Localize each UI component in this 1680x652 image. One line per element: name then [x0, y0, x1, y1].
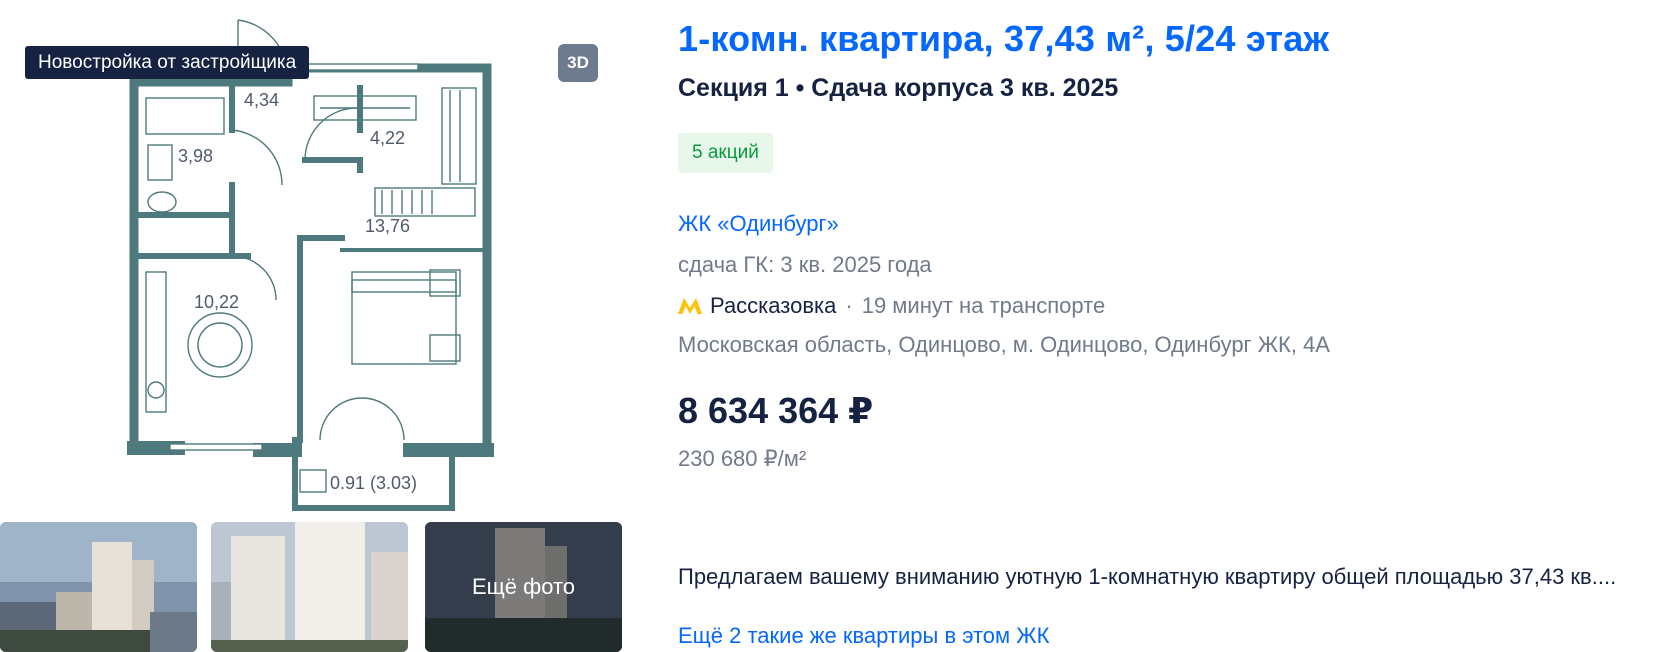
price-per-m2: 230 680 ₽/м²: [678, 446, 807, 471]
similar-apartments-link[interactable]: Ещё 2 такие же квартиры в этом ЖК: [678, 623, 1049, 649]
room-area-label: 13,76: [365, 216, 410, 236]
metro-icon: [678, 298, 702, 314]
promotions-badge[interactable]: 5 акций: [678, 133, 773, 173]
room-area-label: 10,22: [194, 292, 239, 312]
listing-info: 1-комн. квартира, 37,43 м², 5/24 этаж Се…: [678, 0, 1680, 652]
view-3d-button[interactable]: 3D: [558, 44, 598, 82]
more-photos-label: Ещё фото: [425, 522, 622, 652]
metro-info: Рассказовка · 19 минут на транспорте: [678, 292, 1105, 320]
metro-station-link[interactable]: Рассказовка: [710, 293, 836, 319]
address: Московская область, Одинцово, м. Одинцов…: [678, 332, 1330, 357]
description: Предлагаем вашему вниманию уютную 1-комн…: [678, 564, 1617, 589]
room-area-label: 4,22: [370, 128, 405, 148]
media-gallery: 4,34 3,98 4,22 13,76 10,22 0.91 (3.03) Н…: [0, 0, 640, 652]
metro-travel-time: 19 минут на транспорте: [861, 293, 1106, 318]
listing-subtitle: Секция 1 • Сдача корпуса 3 кв. 2025: [678, 74, 1119, 102]
room-area-label: 4,34: [244, 90, 279, 110]
new-building-badge: Новостройка от застройщика: [25, 46, 310, 79]
photo-thumbnail[interactable]: [211, 522, 408, 652]
photo-thumbnail[interactable]: [0, 522, 197, 652]
photo-thumbnails: Ещё фото: [0, 522, 630, 652]
metro-separator: ·: [845, 293, 853, 318]
listing-title[interactable]: 1-комн. квартира, 37,43 м², 5/24 этаж: [678, 18, 1329, 60]
completion-date: сдача ГК: 3 кв. 2025 года: [678, 252, 932, 277]
price: 8 634 364 ₽: [678, 390, 874, 431]
room-area-label: 3,98: [178, 146, 213, 166]
room-area-label: 0.91 (3.03): [330, 473, 417, 493]
listing-card[interactable]: 4,34 3,98 4,22 13,76 10,22 0.91 (3.03) Н…: [0, 0, 1680, 652]
more-photos-tile[interactable]: Ещё фото: [425, 522, 622, 652]
complex-link[interactable]: ЖК «Одинбург»: [678, 211, 839, 237]
floor-plan[interactable]: 4,34 3,98 4,22 13,76 10,22 0.91 (3.03): [120, 10, 500, 515]
